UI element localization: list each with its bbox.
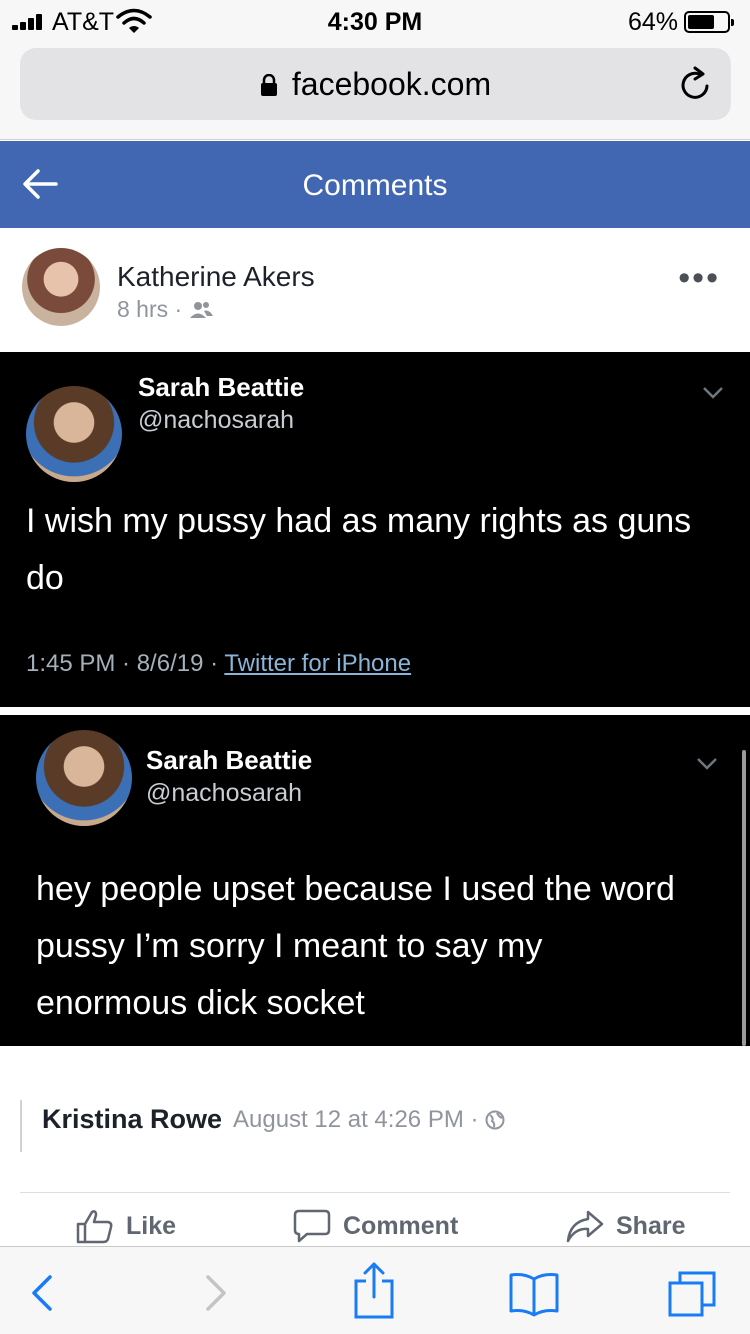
tweet-timestamp: 1:45 PM · 8/6/19 · Twitter for iPhone (26, 650, 411, 678)
reload-icon[interactable] (679, 66, 713, 102)
address-bar[interactable]: facebook.com (20, 48, 731, 120)
thumbs-up-icon (76, 1210, 113, 1244)
forward-chevron-icon[interactable] (186, 1269, 238, 1317)
url-display[interactable]: facebook.com (20, 66, 731, 103)
battery-icon (684, 11, 734, 33)
comments-header: Comments (0, 141, 750, 228)
tweet-avatar (26, 386, 122, 482)
share-icon[interactable] (348, 1261, 400, 1319)
like-label: Like (126, 1212, 177, 1240)
share-button[interactable]: Share (566, 1210, 686, 1243)
image-divider (0, 707, 750, 715)
comment-label: Comment (343, 1212, 459, 1240)
comment-button[interactable]: Comment (293, 1209, 459, 1243)
like-button[interactable]: Like (76, 1210, 177, 1244)
tweet-text: I wish my pussy had as many rights as gu… (26, 502, 692, 597)
post-author-name[interactable]: Katherine Akers (117, 261, 315, 293)
browser-toolbar (0, 1246, 750, 1334)
comment-indent-line (20, 1100, 22, 1152)
tweet-avatar (36, 730, 132, 826)
comment-meta: August 12 at 4:26 PM · (233, 1106, 505, 1134)
comment-date: August 12 at 4:26 PM · (233, 1106, 479, 1133)
tweet-handle: @nachosarah (146, 779, 303, 807)
lock-icon (260, 67, 278, 96)
globe-icon (485, 1110, 505, 1130)
tweet-screenshot-1[interactable]: Sarah Beattie @nachosarah I wish my puss… (0, 352, 750, 707)
actions-divider (20, 1192, 730, 1193)
share-label: Share (616, 1212, 686, 1240)
comment-bubble-icon (293, 1209, 331, 1243)
tweet-text: hey people upset because I used the word… (36, 870, 675, 1022)
tweet-author-name: Sarah Beattie (138, 372, 305, 402)
battery-percentage: 64% (627, 8, 678, 36)
browser-address-area: facebook.com (0, 40, 750, 140)
status-bar: AT&T 4:30 PM 64% (0, 0, 750, 40)
more-options-icon[interactable]: ••• (678, 261, 720, 295)
post-age: 8 hrs · (117, 296, 183, 322)
tweet-author-name: Sarah Beattie (146, 745, 313, 775)
author-avatar[interactable] (22, 248, 100, 326)
tweet-handle: @nachosarah (138, 406, 295, 434)
post-meta: 8 hrs · (117, 296, 213, 323)
bookmarks-icon[interactable] (508, 1269, 560, 1317)
commenter-name[interactable]: Kristina Rowe (42, 1104, 222, 1135)
tabs-icon[interactable] (666, 1269, 718, 1317)
tweet-screenshot-2[interactable]: Sarah Beattie @nachosarah hey people ups… (0, 715, 750, 1046)
url-text: facebook.com (291, 66, 492, 102)
friends-audience-icon (189, 302, 213, 318)
chevron-down-icon (697, 758, 717, 770)
tweet-source: Twitter for iPhone (224, 650, 412, 677)
back-chevron-icon[interactable] (20, 1269, 72, 1317)
share-arrow-icon (566, 1210, 604, 1243)
chevron-down-icon (703, 387, 723, 399)
scrollbar[interactable] (742, 750, 746, 1046)
page-title: Comments (302, 169, 448, 202)
tweet-time: 1:45 PM · 8/6/19 · (26, 650, 225, 677)
